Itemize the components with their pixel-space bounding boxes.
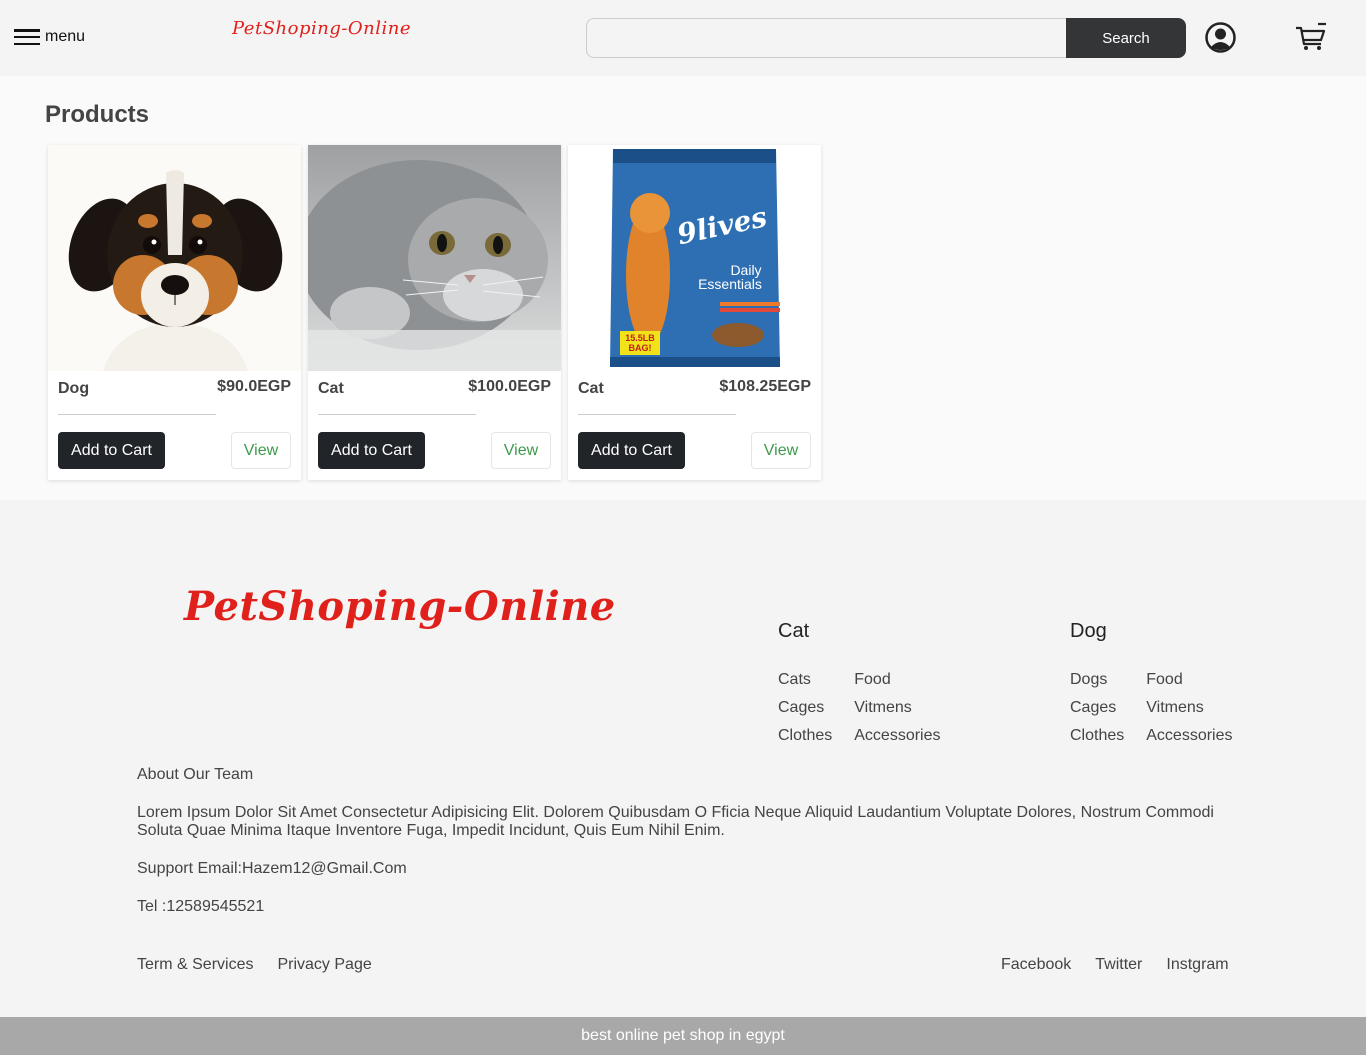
footer-link-dogs[interactable]: Dogs — [1070, 670, 1124, 690]
instagram-link[interactable]: Instgram — [1166, 956, 1228, 974]
product-card: Cat $100.0EGP Add to Cart View — [308, 145, 561, 480]
product-card: 15.5LB BAG! 9lives Daily Essentials Cat … — [568, 145, 821, 480]
top-navbar: menu PetShoping-Online Search — [0, 0, 1366, 76]
footer-link-dog-vitmens[interactable]: Vitmens — [1146, 698, 1232, 718]
footer-cat-links: Cats Food Cages Vitmens Clothes Accessor… — [778, 670, 941, 746]
search-button[interactable]: Search — [1066, 18, 1186, 58]
product-price: $100.0EGP — [468, 378, 551, 395]
product-image-cat[interactable] — [308, 145, 561, 371]
card-divider — [318, 414, 476, 415]
footer-dog-title: Dog — [1070, 620, 1107, 642]
about-description: Lorem Ipsum Dolor Sit Amet Consectetur A… — [137, 804, 1214, 839]
legal-links: Term & Services Privacy Page — [137, 956, 372, 974]
footer: PetShoping-Online Cat Cats Food Cages Vi… — [0, 500, 1366, 1017]
add-to-cart-button[interactable]: Add to Cart — [318, 432, 425, 469]
social-links: Facebook Twitter Instgram — [1001, 956, 1229, 974]
footer-link-cat-clothes[interactable]: Clothes — [778, 726, 832, 746]
menu-label: menu — [45, 28, 86, 45]
footer-dog-links: Dogs Food Cages Vitmens Clothes Accessor… — [1070, 670, 1233, 746]
product-image-cat-food[interactable]: 15.5LB BAG! 9lives Daily Essentials — [568, 145, 821, 371]
product-name: Dog — [58, 380, 90, 397]
footer-link-dog-cages[interactable]: Cages — [1070, 698, 1124, 718]
product-price: $90.0EGP — [217, 378, 291, 395]
card-divider — [578, 414, 736, 415]
footer-link-cat-vitmens[interactable]: Vitmens — [854, 698, 940, 718]
product-name: Cat — [578, 380, 604, 397]
product-card: Dog $90.0EGP Add to Cart View — [48, 145, 301, 480]
cart-button[interactable] — [1294, 22, 1328, 52]
view-button[interactable]: View — [231, 432, 291, 469]
products-section: Products Dog $90.0EGP Add to Cart View C… — [0, 76, 1366, 500]
page-title: Products — [45, 101, 150, 128]
food-bag-badge-size: 15.5LB — [625, 333, 655, 343]
footer-logo[interactable]: PetShoping-Online — [184, 583, 616, 630]
footer-cat-title: Cat — [778, 620, 810, 642]
card-divider — [58, 414, 216, 415]
food-bag-badge-label: BAG! — [629, 343, 652, 353]
search-bar: Search — [586, 18, 1186, 58]
facebook-link[interactable]: Facebook — [1001, 956, 1071, 974]
footer-link-dog-food[interactable]: Food — [1146, 670, 1232, 690]
product-price: $108.25EGP — [719, 378, 811, 395]
user-icon — [1205, 22, 1236, 53]
support-email: Support Email:Hazem12@Gmail.Com — [137, 860, 407, 877]
user-account-button[interactable] — [1205, 22, 1236, 53]
about-title: About Our Team — [137, 766, 254, 783]
menu-button[interactable]: menu — [14, 28, 85, 46]
terms-link[interactable]: Term & Services — [137, 956, 253, 974]
add-to-cart-button[interactable]: Add to Cart — [578, 432, 685, 469]
site-logo[interactable]: PetShoping-Online — [232, 18, 411, 39]
privacy-link[interactable]: Privacy Page — [277, 956, 371, 974]
search-input[interactable] — [586, 18, 1066, 58]
hamburger-icon — [14, 29, 40, 45]
add-to-cart-button[interactable]: Add to Cart — [58, 432, 165, 469]
view-button[interactable]: View — [751, 432, 811, 469]
product-name: Cat — [318, 380, 344, 397]
footer-link-cat-accessories[interactable]: Accessories — [854, 726, 940, 746]
footer-link-dog-clothes[interactable]: Clothes — [1070, 726, 1124, 746]
food-bag-line2: Essentials — [698, 276, 762, 292]
telephone: Tel :12589545521 — [137, 898, 265, 915]
footer-link-cats[interactable]: Cats — [778, 670, 832, 690]
tagline-bar: best online pet shop in egypt — [0, 1017, 1366, 1055]
view-button[interactable]: View — [491, 432, 551, 469]
twitter-link[interactable]: Twitter — [1095, 956, 1142, 974]
cart-icon — [1296, 22, 1326, 50]
footer-link-dog-accessories[interactable]: Accessories — [1146, 726, 1232, 746]
product-image-dog[interactable] — [48, 145, 301, 371]
footer-link-cat-cages[interactable]: Cages — [778, 698, 832, 718]
footer-link-cat-food[interactable]: Food — [854, 670, 940, 690]
